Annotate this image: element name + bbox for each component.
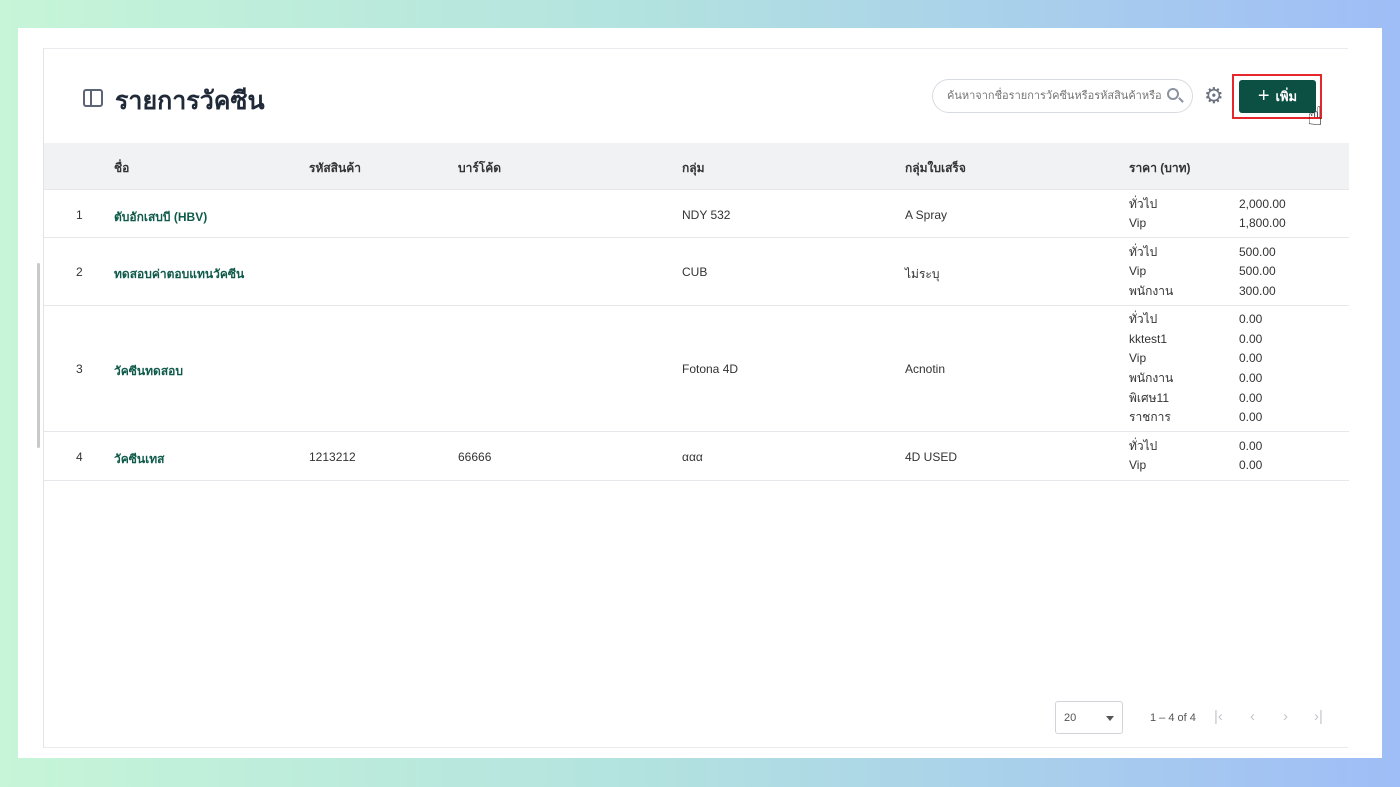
- receipt-group: Acnotin: [905, 362, 946, 376]
- price-value: 0.00: [1239, 312, 1263, 327]
- price-list: ทั่วไป 0.00 kktest1 0.00 Vip 0.00 พนักงาน 0.00 พ…: [1129, 310, 1262, 428]
- header-code[interactable]: รหัสสินค้า: [309, 159, 361, 178]
- page-title: รายการวัคซีน: [115, 87, 265, 115]
- header-name[interactable]: ชื่อ: [114, 159, 129, 178]
- price-list: ทั่วไป 500.00 Vip 500.00 พนักงาน 300.00: [1129, 243, 1276, 302]
- header-group[interactable]: กลุ่ม: [682, 159, 705, 178]
- price-value: 2,000.00: [1239, 196, 1286, 211]
- price-list: ทั่วไป 0.00 Vip 0.00: [1129, 437, 1262, 476]
- price-value: 0.00: [1239, 370, 1263, 385]
- add-button[interactable]: + เพิ่ม: [1239, 80, 1316, 113]
- price-tier: พนักงาน: [1129, 283, 1174, 298]
- price-value: 500.00: [1239, 264, 1276, 279]
- pointer-hand-icon: ☝: [1307, 101, 1323, 131]
- header-price[interactable]: ราคา (บาท): [1129, 159, 1191, 178]
- price-value: 0.00: [1239, 331, 1263, 346]
- price-tier: ราชการ: [1129, 410, 1171, 425]
- group: CUB: [682, 265, 708, 279]
- price-line: พนักงาน 300.00: [1129, 282, 1276, 302]
- price-line: Vip 0.00: [1129, 456, 1262, 476]
- vaccine-name-link[interactable]: ตับอักเสบบี (HBV): [114, 208, 207, 227]
- vaccine-name-link[interactable]: วัคซีนทดสอบ: [114, 362, 183, 381]
- price-tier: ทั่วไป: [1129, 244, 1158, 259]
- price-tier: พิเศษ11: [1129, 390, 1169, 405]
- vaccine-name-link[interactable]: ทดสอบค่าตอบแทนวัคซีน: [114, 265, 244, 284]
- row-number: 4: [76, 449, 83, 464]
- price-line: พนักงาน 0.00: [1129, 369, 1262, 389]
- price-line: kktest1 0.00: [1129, 330, 1262, 350]
- price-value: 0.00: [1239, 410, 1263, 425]
- search-icon[interactable]: [1167, 88, 1179, 100]
- table-row[interactable]: 1 ตับอักเสบบี (HBV) NDY 532 A Spray ทั่วไป 2,…: [44, 191, 1349, 238]
- price-tier: Vip: [1129, 264, 1147, 279]
- price-line: ทั่วไป 0.00: [1129, 437, 1262, 457]
- price-value: 0.00: [1239, 390, 1263, 405]
- price-line: พิเศษ11 0.00: [1129, 389, 1262, 409]
- price-tier: ทั่วไป: [1129, 312, 1158, 327]
- table-header: ชื่อ รหัสสินค้า บาร์โค้ด กลุ่ม กลุ่มใบเส…: [44, 143, 1349, 190]
- row-number: 1: [76, 207, 83, 222]
- price-line: ราชการ 0.00: [1129, 408, 1262, 428]
- price-line: Vip 1,800.00: [1129, 214, 1286, 234]
- price-line: Vip 0.00: [1129, 349, 1262, 369]
- first-page-icon[interactable]: |‹: [1214, 708, 1223, 725]
- price-value: 300.00: [1239, 283, 1276, 298]
- sidebar-toggle-icon[interactable]: [83, 89, 103, 107]
- receipt-group: 4D USED: [905, 449, 958, 464]
- content-panel: รายการวัคซีน ⚙ + เพิ่ม ☝ ชื่อ รหัสสินค้า …: [43, 48, 1349, 748]
- next-page-icon[interactable]: ›: [1283, 708, 1288, 725]
- last-page-icon[interactable]: ›|: [1314, 708, 1323, 725]
- header-receipt-group[interactable]: กลุ่มใบเสร็จ: [905, 159, 966, 178]
- price-value: 0.00: [1239, 458, 1263, 473]
- header-barcode[interactable]: บาร์โค้ด: [458, 159, 501, 178]
- add-label: เพิ่ม: [1275, 89, 1298, 104]
- price-line: Vip 500.00: [1129, 262, 1276, 282]
- page-size-select[interactable]: 20: [1055, 701, 1123, 734]
- price-line: ทั่วไป 0.00: [1129, 310, 1262, 330]
- group: ααα: [682, 449, 703, 464]
- price-tier: Vip: [1129, 351, 1147, 366]
- price-value: 0.00: [1239, 351, 1263, 366]
- price-value: 500.00: [1239, 244, 1276, 259]
- scrollbar[interactable]: [37, 263, 40, 448]
- price-tier: kktest1: [1129, 331, 1168, 346]
- product-code: 1213212: [309, 449, 356, 464]
- price-line: ทั่วไป 500.00: [1129, 243, 1276, 263]
- main-card: รายการวัคซีน ⚙ + เพิ่ม ☝ ชื่อ รหัสสินค้า …: [18, 28, 1382, 758]
- row-number: 2: [76, 265, 83, 279]
- search-input[interactable]: [932, 79, 1193, 113]
- pagination-range: 1 – 4 of 4: [1150, 712, 1196, 724]
- price-line: ทั่วไป 2,000.00: [1129, 195, 1286, 215]
- prev-page-icon[interactable]: ‹: [1250, 708, 1255, 725]
- receipt-group: A Spray: [905, 207, 948, 222]
- group: NDY 532: [682, 207, 731, 222]
- table-row[interactable]: 4 วัคซีนเทส 1213212 66666 ααα 4D USED ทั่วไป 0.…: [44, 432, 1349, 481]
- gear-icon[interactable]: ⚙: [1204, 85, 1224, 107]
- price-tier: Vip: [1129, 216, 1147, 231]
- table-row[interactable]: 3 วัคซีนทดสอบ Fotona 4D Acnotin ทั่วไป 0.00 kk…: [44, 306, 1349, 432]
- price-tier: ทั่วไป: [1129, 196, 1158, 211]
- price-value: 0.00: [1239, 438, 1263, 453]
- barcode: 66666: [458, 449, 492, 464]
- table-row[interactable]: 2 ทดสอบค่าตอบแทนวัคซีน CUB ไม่ระบุ ทั่วไป 500…: [44, 238, 1349, 306]
- price-tier: พนักงาน: [1129, 370, 1174, 385]
- price-tier: Vip: [1129, 458, 1147, 473]
- price-value: 1,800.00: [1239, 216, 1286, 231]
- price-tier: ทั่วไป: [1129, 438, 1158, 453]
- plus-icon: +: [1257, 85, 1270, 107]
- vaccine-name-link[interactable]: วัคซีนเทส: [114, 450, 164, 469]
- price-list: ทั่วไป 2,000.00 Vip 1,800.00: [1129, 195, 1286, 234]
- row-number: 3: [76, 362, 83, 376]
- receipt-group: ไม่ระบุ: [905, 267, 940, 281]
- group: Fotona 4D: [682, 362, 739, 376]
